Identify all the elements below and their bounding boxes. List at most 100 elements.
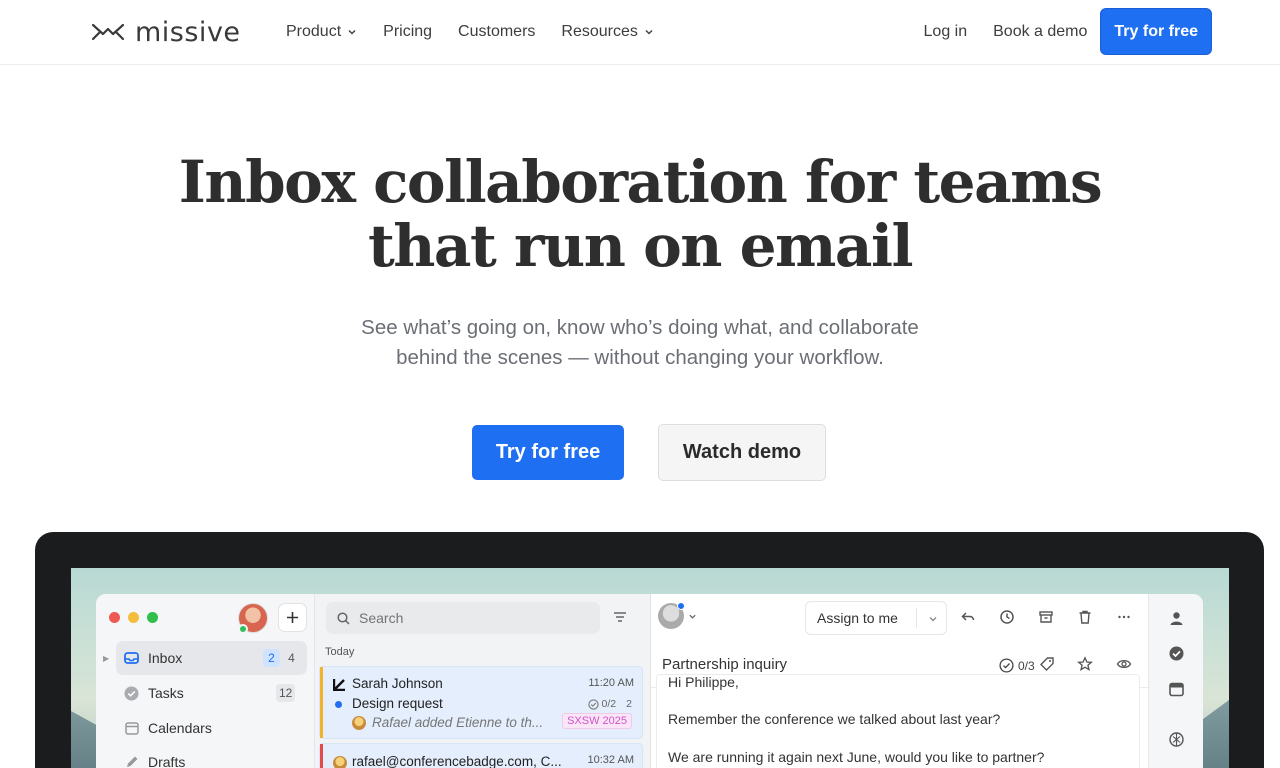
nav-actions: Log in Book a demo Try for free (924, 8, 1212, 55)
star-icon[interactable] (1077, 656, 1093, 672)
sidebar-item-label: Drafts (148, 754, 186, 768)
message-time: 11:20 AM (588, 677, 634, 689)
hero-subtitle-line2: behind the scenes — without changing you… (396, 346, 884, 369)
message-from: rafael@conferencebadge.com, C... (352, 754, 562, 768)
search-icon (337, 611, 350, 625)
label-color-bar (320, 667, 323, 738)
nav-customers-label: Customers (458, 23, 536, 40)
nav-resources[interactable]: Resources (561, 20, 653, 44)
message-time: 10:32 AM (587, 754, 634, 766)
logo-text: missive (135, 16, 241, 48)
minimize-window-dot[interactable] (128, 612, 139, 623)
missive-logo-icon (91, 23, 125, 41)
sidebar-item-drafts[interactable]: Drafts (116, 745, 307, 768)
chevron-down-icon[interactable] (688, 612, 697, 621)
message-count: 2 (626, 698, 632, 710)
missive-logo[interactable]: missive (91, 16, 241, 48)
check-circle-icon (999, 658, 1014, 673)
check-circle-icon (124, 686, 139, 701)
sidebar-item-calendars[interactable]: Calendars (116, 711, 307, 745)
hero-subtitle-line1: See what’s going on, know who’s doing wh… (361, 316, 919, 339)
eye-icon[interactable] (1116, 656, 1132, 672)
nav-customers[interactable]: Customers (458, 20, 535, 44)
book-demo-link[interactable]: Book a demo (993, 23, 1087, 41)
nav-product[interactable]: Product (286, 20, 357, 44)
check-circle-icon[interactable] (1168, 645, 1185, 662)
hero-subtitle: See what’s going on, know who’s doing wh… (0, 313, 1280, 373)
reading-pane: Assign to me Partnership inquiry 0/3 Hi … (651, 594, 1148, 768)
chevron-down-icon[interactable] (928, 614, 938, 624)
email-line: Hi Philippe, (668, 674, 739, 690)
watch-demo-button[interactable]: Watch demo (658, 424, 826, 481)
task-progress: 0/2 (587, 698, 617, 710)
nav-resources-label: Resources (561, 23, 638, 40)
label-tag[interactable]: SXSW 2025 (562, 713, 632, 729)
calendar-icon[interactable] (1168, 681, 1185, 698)
clock-icon[interactable] (999, 609, 1015, 625)
sidebar-item-tasks[interactable]: Tasks 12 (116, 676, 307, 710)
avatar (352, 716, 366, 730)
task-progress-value: 0/2 (601, 698, 617, 710)
assign-label: Assign to me (817, 610, 898, 626)
app-sidebar: ▶ Inbox 2 4 Tasks 12 Calendars Drafts (96, 594, 315, 768)
hero-title-line2: that run on email (367, 212, 914, 280)
search-input[interactable]: Search (326, 602, 600, 634)
conversation-list: Search Today Sarah Johnson 11:20 AM Desi… (315, 594, 651, 768)
email-line: Remember the conference we talked about … (668, 711, 1001, 727)
task-progress[interactable]: 0/3 (999, 658, 1035, 673)
plus-icon (287, 612, 298, 623)
check-circle-icon (587, 698, 599, 710)
email-line: We are running it again next June, would… (668, 749, 1045, 765)
chevron-down-icon (645, 29, 653, 35)
chevron-down-icon (348, 29, 356, 35)
top-nav: missive Product Pricing Customers Resour… (0, 0, 1280, 65)
compose-button[interactable] (278, 603, 307, 632)
sender-logo-icon (333, 679, 345, 691)
tag-icon[interactable] (1039, 656, 1055, 672)
zoom-window-dot[interactable] (147, 612, 158, 623)
search-placeholder: Search (359, 610, 404, 626)
sidebar-item-inbox[interactable]: Inbox 2 4 (116, 641, 307, 675)
nav-pricing-label: Pricing (383, 23, 433, 40)
nav-product-label: Product (286, 23, 342, 40)
online-status-dot (238, 624, 248, 634)
group-header-today: Today (325, 646, 355, 658)
try-free-nav-button[interactable]: Try for free (1100, 8, 1212, 55)
login-link[interactable]: Log in (924, 23, 968, 41)
count-badge: 12 (276, 684, 296, 702)
hero-title: Inbox collaboration for teams that run o… (0, 150, 1280, 278)
sidebar-item-label: Inbox (148, 650, 183, 666)
conversation-subject: Partnership inquiry (662, 656, 788, 673)
caret-right-icon[interactable]: ▶ (103, 654, 109, 663)
status-dot (677, 602, 685, 610)
assign-to-me-button[interactable]: Assign to me (805, 601, 947, 635)
sidebar-item-label: Calendars (148, 720, 212, 736)
unread-dot (335, 701, 342, 708)
task-progress-value: 0/3 (1018, 658, 1035, 673)
list-item[interactable]: Sarah Johnson 11:20 AM Design request 0/… (319, 666, 643, 739)
nav-pricing[interactable]: Pricing (383, 20, 432, 44)
more-icon[interactable] (1116, 609, 1132, 625)
archive-icon[interactable] (1038, 609, 1054, 625)
list-item[interactable]: rafael@conferencebadge.com, C... 10:32 A… (319, 743, 643, 768)
right-rail (1148, 594, 1203, 768)
message-subject: Design request (352, 696, 443, 711)
try-free-button[interactable]: Try for free (472, 425, 624, 480)
openai-icon[interactable] (1168, 731, 1185, 748)
message-from: Sarah Johnson (352, 676, 443, 691)
filter-icon[interactable] (613, 610, 627, 624)
reply-icon[interactable] (960, 609, 976, 625)
contact-icon[interactable] (1168, 610, 1185, 627)
pencil-icon (124, 755, 139, 768)
hero-title-line1: Inbox collaboration for teams (178, 148, 1103, 216)
close-window-dot[interactable] (109, 612, 120, 623)
nav-links: Product Pricing Customers Resources (286, 20, 680, 44)
label-color-bar (320, 744, 323, 768)
divider (916, 608, 917, 628)
message-meta: 0/2 2 (587, 698, 632, 710)
app-window: ▶ Inbox 2 4 Tasks 12 Calendars Drafts Se… (96, 594, 1203, 768)
inbox-icon (124, 651, 139, 666)
trash-icon[interactable] (1077, 609, 1093, 625)
sidebar-item-label: Tasks (148, 685, 184, 701)
unread-badge: 2 (263, 649, 280, 667)
